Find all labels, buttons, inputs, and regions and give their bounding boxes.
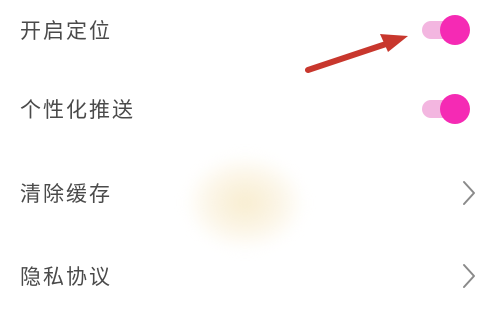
setting-row-location[interactable]: 开启定位 <box>0 0 490 60</box>
setting-row-privacy-policy[interactable]: 隐私协议 <box>0 246 490 306</box>
chevron-right-icon[interactable] <box>462 180 476 206</box>
setting-label-personalized-push: 个性化推送 <box>20 98 135 122</box>
chevron-right-icon[interactable] <box>462 263 476 289</box>
setting-label-clear-cache: 清除缓存 <box>20 182 112 206</box>
setting-row-personalized-push[interactable]: 个性化推送 <box>0 79 490 139</box>
blurred-overlay <box>185 155 305 250</box>
setting-label-privacy-policy: 隐私协议 <box>20 265 112 289</box>
setting-label-location: 开启定位 <box>20 19 112 43</box>
personalized-push-toggle[interactable] <box>422 94 470 124</box>
location-toggle[interactable] <box>422 15 470 45</box>
toggle-knob <box>440 15 470 45</box>
toggle-knob <box>440 94 470 124</box>
